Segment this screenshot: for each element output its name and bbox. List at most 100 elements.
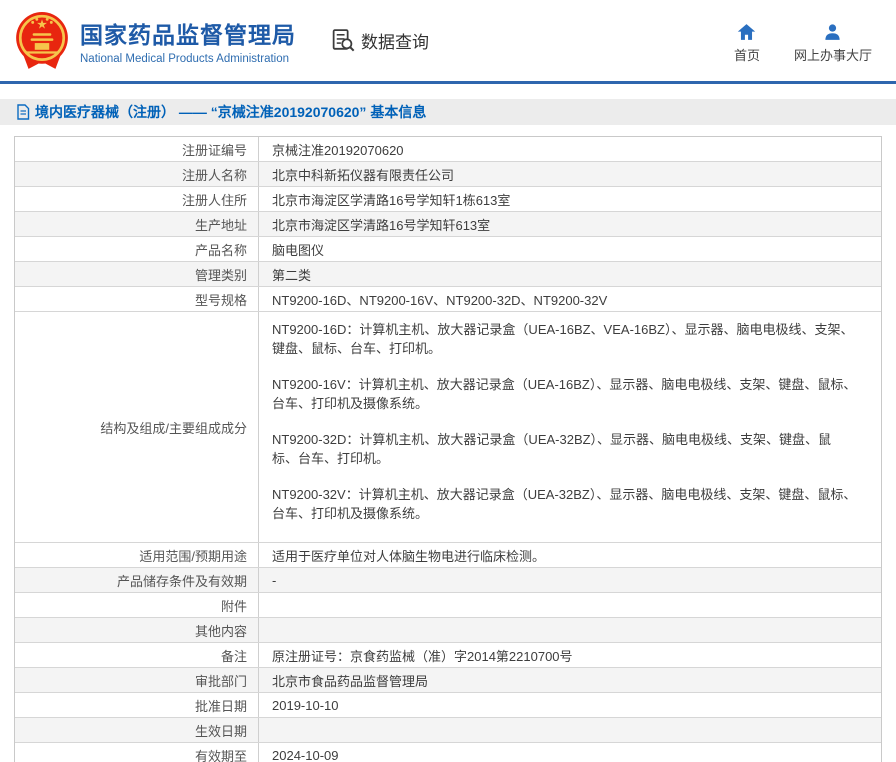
row-label: 注册人名称 xyxy=(15,162,259,186)
row-value xyxy=(259,618,881,642)
row-value-text: 适用于医疗单位对人体脑生物电进行临床检测。 xyxy=(272,546,545,565)
row-label: 生效日期 xyxy=(15,718,259,742)
row-value-text: 2024-10-09 xyxy=(272,748,339,762)
table-row: 注册人住所 北京市海淀区学清路16号学知轩1栋613室 xyxy=(15,186,881,211)
site-title-cn: 国家药品监督管理局 xyxy=(80,16,296,50)
header-divider xyxy=(0,81,896,84)
row-label-text: 审批部门 xyxy=(195,671,247,690)
composition-paragraph: NT9200-16V：计算机主机、放大器记录盒（UEA-16BZ）、显示器、脑电… xyxy=(272,375,857,413)
row-label: 适用范围/预期用途 xyxy=(15,543,259,567)
row-value: 北京市海淀区学清路16号学知轩1栋613室 xyxy=(259,187,881,211)
row-label-text: 有效期至 xyxy=(195,746,247,762)
row-value xyxy=(259,718,881,742)
row-value: - xyxy=(259,568,881,592)
row-label: 注册证编号 xyxy=(15,137,259,161)
national-emblem-logo xyxy=(14,11,70,71)
row-label-text: 产品储存条件及有效期 xyxy=(117,571,247,590)
site-title-en: National Medical Products Administration xyxy=(80,53,296,65)
row-value: 原注册证号：京食药监械（准）字2014第2210700号 xyxy=(259,643,881,667)
row-label-text: 附件 xyxy=(221,596,247,615)
row-value: 第二类 xyxy=(259,262,881,286)
table-row: 生产地址 北京市海淀区学清路16号学知轩613室 xyxy=(15,211,881,236)
site-title-block: 国家药品监督管理局 National Medical Products Admi… xyxy=(80,16,296,65)
row-value-text: 原注册证号：京食药监械（准）字2014第2210700号 xyxy=(272,646,573,665)
row-value-text: 京械注准20192070620 xyxy=(272,140,404,159)
row-label: 有效期至 xyxy=(15,743,259,762)
row-value: NT9200-16D：计算机主机、放大器记录盒（UEA-16BZ、VEA-16B… xyxy=(259,312,881,542)
row-value xyxy=(259,593,881,617)
row-value-text: 2019-10-10 xyxy=(272,698,339,713)
row-value: 京械注准20192070620 xyxy=(259,137,881,161)
row-label-text: 注册证编号 xyxy=(182,140,247,159)
row-value-text: 北京市海淀区学清路16号学知轩613室 xyxy=(272,215,490,234)
table-row: 管理类别 第二类 xyxy=(15,261,881,286)
composition-paragraph: NT9200-32V：计算机主机、放大器记录盒（UEA-32BZ）、显示器、脑电… xyxy=(272,485,857,523)
data-query-entry[interactable]: 数据查询 xyxy=(330,27,429,54)
row-label: 产品储存条件及有效期 xyxy=(15,568,259,592)
row-label-text: 生效日期 xyxy=(195,721,247,740)
row-value-text: NT9200-16D、NT9200-16V、NT9200-32D、NT9200-… xyxy=(272,290,607,309)
user-icon xyxy=(823,23,842,41)
table-row: 备注 原注册证号：京食药监械（准）字2014第2210700号 xyxy=(15,642,881,667)
page-icon xyxy=(16,104,30,120)
table-row: 产品名称 脑电图仪 xyxy=(15,236,881,261)
registration-info-table: 注册证编号京械注准20192070620注册人名称北京中科新拓仪器有限责任公司注… xyxy=(14,136,882,762)
row-label-text: 批准日期 xyxy=(195,696,247,715)
row-value-text: - xyxy=(272,573,276,588)
row-label: 注册人住所 xyxy=(15,187,259,211)
header-nav: 首页 网上办事大厅 xyxy=(734,23,872,64)
row-label: 型号规格 xyxy=(15,287,259,311)
row-value: 北京中科新拓仪器有限责任公司 xyxy=(259,162,881,186)
row-label-text: 型号规格 xyxy=(195,290,247,309)
row-label: 审批部门 xyxy=(15,668,259,692)
table-row: 注册人名称 北京中科新拓仪器有限责任公司 xyxy=(15,161,881,186)
nav-item-service-hall[interactable]: 网上办事大厅 xyxy=(794,23,872,64)
row-label: 其他内容 xyxy=(15,618,259,642)
table-row: 结构及组成/主要组成成分 NT9200-16D：计算机主机、放大器记录盒（UEA-… xyxy=(15,311,881,542)
data-query-label: 数据查询 xyxy=(361,28,429,53)
row-value-text: 北京中科新拓仪器有限责任公司 xyxy=(272,165,454,184)
row-value-text: 第二类 xyxy=(272,265,311,284)
composition-paragraph: NT9200-16D：计算机主机、放大器记录盒（UEA-16BZ、VEA-16B… xyxy=(272,320,857,358)
row-value: 2019-10-10 xyxy=(259,693,881,717)
row-label-text: 管理类别 xyxy=(195,265,247,284)
row-label-text: 注册人名称 xyxy=(182,165,247,184)
nav-item-label: 首页 xyxy=(734,45,760,64)
row-label-text: 产品名称 xyxy=(195,240,247,259)
row-label-text: 结构及组成/主要组成成分 xyxy=(100,418,247,437)
row-label: 结构及组成/主要组成成分 xyxy=(15,312,259,542)
row-value-text: 北京市海淀区学清路16号学知轩1栋613室 xyxy=(272,190,510,209)
table-row: 批准日期 2019-10-10 xyxy=(15,692,881,717)
table-row: 有效期至 2024-10-09 xyxy=(15,742,881,762)
row-label: 生产地址 xyxy=(15,212,259,236)
row-value: 2024-10-09 xyxy=(259,743,881,762)
row-label-text: 适用范围/预期用途 xyxy=(139,546,247,565)
row-label-text: 生产地址 xyxy=(195,215,247,234)
row-label-text: 备注 xyxy=(221,646,247,665)
breadcrumb: 境内医疗器械（注册） —— “京械注准20192070620” 基本信息 xyxy=(0,99,896,125)
composition-paragraph: NT9200-32D：计算机主机、放大器记录盒（UEA-32BZ）、显示器、脑电… xyxy=(272,430,857,468)
site-header: 国家药品监督管理局 National Medical Products Admi… xyxy=(0,0,896,81)
table-row: 其他内容 xyxy=(15,617,881,642)
table-row: 生效日期 xyxy=(15,717,881,742)
breadcrumb-text: 境内医疗器械（注册） —— “京械注准20192070620” 基本信息 xyxy=(35,102,426,122)
table-row: 型号规格 NT9200-16D、NT9200-16V、NT9200-32D、NT9… xyxy=(15,286,881,311)
home-icon xyxy=(737,23,756,41)
row-label-text: 其他内容 xyxy=(195,621,247,640)
document-search-icon xyxy=(330,27,357,54)
table-row: 产品储存条件及有效期 - xyxy=(15,567,881,592)
row-value: 北京市食品药品监督管理局 xyxy=(259,668,881,692)
row-value: 适用于医疗单位对人体脑生物电进行临床检测。 xyxy=(259,543,881,567)
nav-item-home[interactable]: 首页 xyxy=(734,23,760,64)
row-value-text: 脑电图仪 xyxy=(272,240,324,259)
row-label-text: 注册人住所 xyxy=(182,190,247,209)
nav-item-label: 网上办事大厅 xyxy=(794,45,872,64)
table-row: 适用范围/预期用途 适用于医疗单位对人体脑生物电进行临床检测。 xyxy=(15,542,881,567)
table-row: 注册证编号 京械注准20192070620 xyxy=(15,137,881,161)
table-row: 审批部门北京市食品药品监督管理局 xyxy=(15,667,881,692)
row-label: 批准日期 xyxy=(15,693,259,717)
row-value: 脑电图仪 xyxy=(259,237,881,261)
row-value: 北京市海淀区学清路16号学知轩613室 xyxy=(259,212,881,236)
table-row: 附件 xyxy=(15,592,881,617)
row-label: 产品名称 xyxy=(15,237,259,261)
